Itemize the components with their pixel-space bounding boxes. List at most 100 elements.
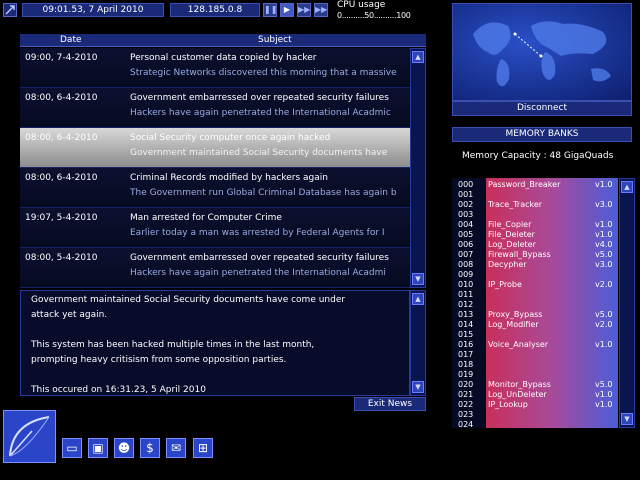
fast-forward-button[interactable]: ▶▶ [297,3,311,17]
memory-slot-program[interactable]: Log_Modifier [488,320,539,330]
memory-slot-version: v1.0 [595,230,613,239]
scroll-down-button[interactable]: ▼ [412,273,424,285]
memory-slot-program[interactable]: Decypher [488,260,527,270]
memory-slot-version: v5.0 [595,380,613,389]
news-item[interactable]: 08:00, 6-4-2010 Criminal Records modifie… [20,168,410,208]
computer-icon[interactable]: ▭ [62,438,82,458]
subject-column-header: Subject [258,35,292,45]
detail-line: prompting heavy critisism from some oppo… [31,355,287,365]
memory-slot-index: 021 [458,390,474,399]
memory-slot-index: 015 [458,330,474,339]
memory-slot-program[interactable]: Voice_Analyser [488,340,548,350]
memory-scrollbar[interactable]: ▲ ▼ [619,178,635,428]
fastest-button[interactable]: ▶▶ [314,3,328,17]
news-summary: Government maintained Social Security do… [130,148,388,158]
memory-banks-title: MEMORY BANKS [452,127,632,142]
news-detail-scrollbar[interactable]: ▲ ▼ [410,290,426,396]
pause-button[interactable]: ❚❚ [263,3,277,17]
exit-news-button[interactable]: Exit News [354,397,426,411]
network-icon[interactable]: ⊞ [193,438,213,458]
news-item[interactable]: 19:07, 5-4-2010 Man arrested for Compute… [20,208,410,248]
alert-icon[interactable] [3,3,17,17]
memory-slot-index: 018 [458,360,474,369]
news-summary: Hackers have again penetrated the Intern… [130,108,391,118]
memory-slot-index: 013 [458,310,474,319]
memory-slot-version: v2.0 [595,320,613,329]
memory-slot-program[interactable]: Proxy_Bypass [488,310,542,320]
memory-slot-program[interactable]: Log_Deleter [488,240,536,250]
detail-spacer [31,323,399,338]
memory-slot-index: 011 [458,290,474,299]
news-item[interactable]: 09:00, 7-4-2010 Personal customer data c… [20,48,410,88]
memory-slot-program[interactable]: File_Copier [488,220,531,230]
news-item-selected[interactable]: 08:00, 6-4-2010 Social Security computer… [20,128,410,168]
ip-address-display[interactable]: 128.185.0.8 [170,3,260,17]
floppy-disk-icon[interactable]: ▣ [88,438,108,458]
memory-banks-list: 000 Password_Breaker v1.0 001 002 Trace_Track… [452,178,618,429]
memory-slot-index: 004 [458,220,474,229]
detail-line: This system has been hacked multiple tim… [31,340,315,350]
memory-slot-index: 010 [458,280,474,289]
memory-slot-index: 014 [458,320,474,329]
news-detail-text: Government maintained Social Security do… [20,290,410,396]
memory-slot-program[interactable]: Firewall_Bypass [488,250,551,260]
news-item[interactable]: 08:00, 6-4-2010 Government embarressed o… [20,88,410,128]
date-column-header: Date [60,35,82,45]
news-list-scrollbar[interactable]: ▲ ▼ [410,48,426,288]
memory-slot-index: 003 [458,210,474,219]
memory-slot-program[interactable]: Log_UnDeleter [488,390,547,400]
memory-slot-version: v1.0 [595,400,613,409]
news-item[interactable]: 08:00, 5-4-2010 Government embarressed o… [20,248,410,288]
memory-slot-version: v3.0 [595,260,613,269]
memory-slot-index: 001 [458,190,474,199]
memory-slot-version: v1.0 [595,180,613,189]
memory-slot-index: 002 [458,200,474,209]
news-summary: Earlier today a man was arrested by Fede… [130,228,385,238]
news-subject: Criminal Records modified by hackers aga… [130,173,328,183]
memory-slot-version: v2.0 [595,280,613,289]
memory-slot-index: 008 [458,260,474,269]
people-icon[interactable]: ☻ [114,438,134,458]
email-icon[interactable]: ✉ [166,438,186,458]
detail-line: attack yet again. [31,310,108,320]
scroll-up-button[interactable]: ▲ [412,51,424,63]
memory-slot-index: 024 [458,420,474,429]
dollar-icon[interactable]: $ [140,438,160,458]
scroll-up-button[interactable]: ▲ [621,181,633,193]
news-table-header: Date Subject [20,34,426,47]
memory-slot-program[interactable]: IP_Probe [488,280,522,290]
news-list: 09:00, 7-4-2010 Personal customer data c… [20,48,410,288]
world-map[interactable] [452,3,632,101]
memory-slot-program[interactable]: IP_Lookup [488,400,528,410]
memory-slot-program[interactable]: Password_Breaker [488,180,560,190]
news-date: 08:00, 6-4-2010 [25,93,98,103]
memory-slot-version: v3.0 [595,200,613,209]
memory-slot-program[interactable]: Monitor_Bypass [488,380,551,390]
memory-slot-index: 000 [458,180,474,189]
memory-slot-index: 016 [458,340,474,349]
news-summary: Hackers have again penetrated the Intern… [130,268,386,278]
disconnect-button[interactable]: Disconnect [452,101,632,116]
news-date: 08:00, 5-4-2010 [25,253,98,263]
memory-slot-program[interactable]: Trace_Tracker [488,200,542,210]
memory-slot-index: 007 [458,250,474,259]
uplink-logo-icon[interactable] [3,410,56,463]
memory-slot-version: v5.0 [595,250,613,259]
scroll-down-button[interactable]: ▼ [621,413,633,425]
scroll-up-button[interactable]: ▲ [412,293,424,305]
news-date: 19:07, 5-4-2010 [25,213,98,223]
scroll-down-button[interactable]: ▼ [412,381,424,393]
memory-slot-program[interactable]: File_Deleter [488,230,535,240]
memory-slot-index: 019 [458,370,474,379]
memory-slot-version: v1.0 [595,390,613,399]
news-summary: The Government run Global Criminal Datab… [130,188,397,198]
memory-capacity: Memory Capacity : 48 GigaQuads [462,151,614,161]
play-button[interactable]: ▶ [280,3,294,17]
memory-slot-index: 020 [458,380,474,389]
memory-slot-index: 022 [458,400,474,409]
detail-line: Government maintained Social Security do… [31,295,346,305]
memory-slot-index: 005 [458,230,474,239]
detail-spacer [31,368,399,383]
news-subject: Man arrested for Computer Crime [130,213,282,223]
memory-slot-version: v1.0 [595,220,613,229]
